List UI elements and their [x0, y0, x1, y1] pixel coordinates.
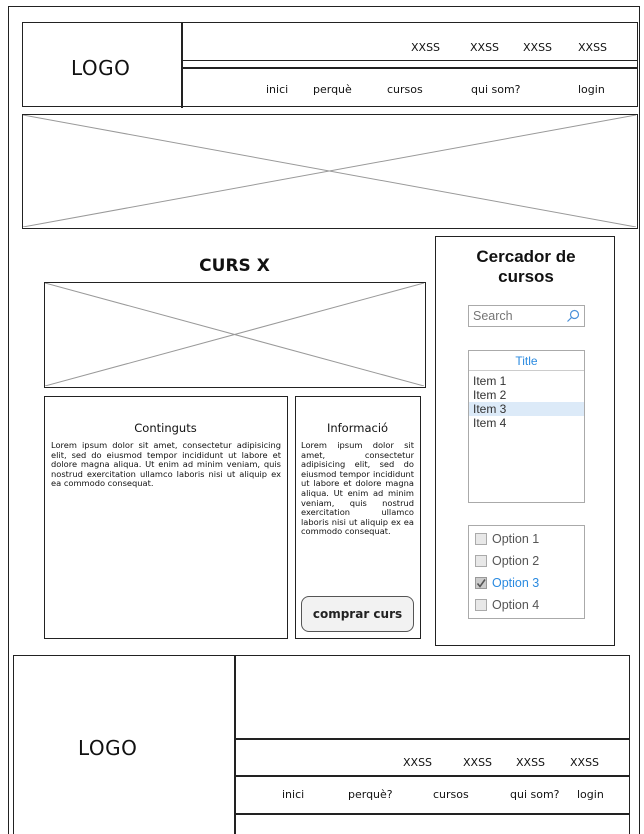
nav-perque[interactable]: perquè — [313, 83, 352, 96]
footer-strip-bottom — [234, 813, 629, 815]
nav-inici[interactable]: inici — [266, 83, 288, 96]
option-2[interactable]: Option 2 — [475, 552, 539, 570]
info-panel: Informació Lorem ipsum dolor sit amet, c… — [295, 396, 421, 639]
nav-strip — [181, 67, 637, 69]
social-strip: XXSS XXSS XXSS XXSS — [181, 23, 637, 61]
checkbox[interactable] — [475, 533, 487, 545]
option-1-label: Option 1 — [492, 532, 540, 546]
image-placeholder-icon — [23, 115, 636, 227]
footer-social-link-2[interactable]: XXSS — [463, 756, 492, 769]
course-title: CURS X — [199, 256, 270, 276]
footer-nav-qui-som[interactable]: qui som? — [510, 788, 560, 801]
sidebar-title: Cercador de cursos — [476, 247, 576, 286]
search-box[interactable] — [468, 305, 585, 327]
options-box: Option 1 Option 2 Option 3 Option 4 — [468, 525, 585, 619]
search-icon[interactable] — [566, 309, 580, 323]
course-image-placeholder — [44, 282, 426, 388]
footer-nav-inici[interactable]: inici — [282, 788, 304, 801]
footer-social-link-1[interactable]: XXSS — [403, 756, 432, 769]
list-item-1[interactable]: Item 1 — [469, 374, 584, 388]
hero-image-placeholder — [22, 114, 638, 229]
social-link-3[interactable]: XXSS — [523, 41, 552, 54]
search-input[interactable] — [469, 306, 563, 326]
option-3[interactable]: Option 3 — [475, 574, 539, 592]
footer-nav-perque[interactable]: perquè? — [348, 788, 393, 801]
social-link-1[interactable]: XXSS — [411, 41, 440, 54]
footer: LOGO XXSS XXSS XXSS XXSS inici perquè? c… — [13, 655, 630, 834]
header-logo: LOGO — [71, 56, 131, 80]
footer-social-link-4[interactable]: XXSS — [570, 756, 599, 769]
contents-title: Continguts — [134, 421, 197, 435]
option-4[interactable]: Option 4 — [475, 596, 539, 614]
list-title: Title — [469, 351, 584, 371]
contents-panel: Continguts Lorem ipsum dolor sit amet, c… — [44, 396, 288, 639]
course-finder-sidebar: Cercador de cursos Title Item 1 Item 2 I… — [435, 236, 615, 646]
footer-nav-cursos[interactable]: cursos — [433, 788, 469, 801]
nav-cursos[interactable]: cursos — [387, 83, 423, 96]
option-1[interactable]: Option 1 — [475, 530, 539, 548]
option-2-label: Option 2 — [492, 554, 540, 568]
footer-strip-top — [234, 738, 629, 740]
social-link-4[interactable]: XXSS — [578, 41, 607, 54]
checkbox-checked[interactable] — [475, 577, 487, 589]
checkbox[interactable] — [475, 555, 487, 567]
header: LOGO XXSS XXSS XXSS XXSS inici perquè cu… — [22, 22, 638, 108]
info-text: Lorem ipsum dolor sit amet, consectetur … — [301, 440, 414, 537]
nav-login[interactable]: login — [578, 83, 605, 96]
buy-course-button[interactable]: comprar curs — [301, 596, 414, 632]
course-list-box[interactable]: Title Item 1 Item 2 Item 3 Item 4 — [468, 350, 585, 503]
option-4-label: Option 4 — [492, 598, 540, 612]
footer-divider — [234, 656, 236, 834]
checkbox[interactable] — [475, 599, 487, 611]
image-placeholder-icon — [45, 283, 424, 386]
footer-strip-mid — [234, 775, 629, 777]
info-title: Informació — [326, 421, 389, 435]
footer-logo: LOGO — [78, 736, 138, 760]
list-item-3[interactable]: Item 3 — [469, 402, 584, 416]
check-icon — [476, 579, 486, 588]
footer-social-link-3[interactable]: XXSS — [516, 756, 545, 769]
nav-qui-som[interactable]: qui som? — [471, 83, 521, 96]
social-link-2[interactable]: XXSS — [470, 41, 499, 54]
option-3-label: Option 3 — [492, 576, 540, 590]
list-item-4[interactable]: Item 4 — [469, 416, 584, 430]
list-item-2[interactable]: Item 2 — [469, 388, 584, 402]
footer-nav-login[interactable]: login — [577, 788, 604, 801]
contents-text: Lorem ipsum dolor sit amet, consectetur … — [51, 440, 281, 489]
